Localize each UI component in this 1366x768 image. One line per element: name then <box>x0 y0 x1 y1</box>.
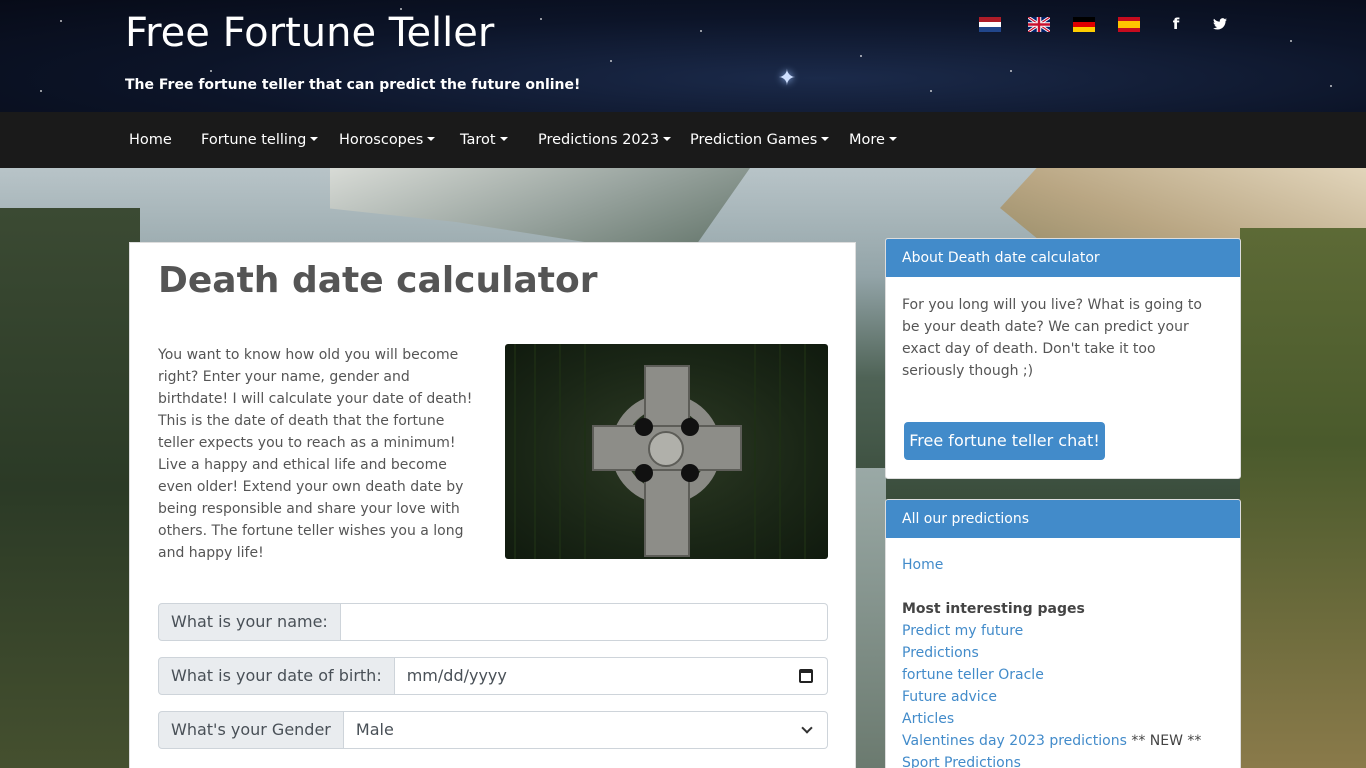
caret-down-icon <box>499 137 508 141</box>
predictions-heading: All our predictions <box>886 500 1240 538</box>
name-row: What is your name: <box>158 603 828 641</box>
link-fortune-teller-oracle[interactable]: fortune teller Oracle <box>902 667 1044 683</box>
link-predictions[interactable]: Predictions <box>902 645 979 661</box>
about-card: About Death date calculator For you long… <box>885 238 1241 479</box>
page-title: Death date calculator <box>158 260 598 301</box>
link-valentines-2023[interactable]: Valentines day 2023 predictions ** NEW *… <box>902 733 1201 749</box>
link-future-advice[interactable]: Future advice <box>902 689 997 705</box>
caret-down-icon <box>663 137 672 141</box>
nav-prediction-games[interactable]: Prediction Games <box>690 132 830 148</box>
about-text: For you long will you live? What is goin… <box>902 297 1202 379</box>
facebook-icon[interactable]: f <box>1166 14 1186 34</box>
caret-down-icon <box>310 137 319 141</box>
nav-tarot[interactable]: Tarot <box>460 132 508 148</box>
site-tagline: The Free fortune teller that can predict… <box>125 77 581 93</box>
caret-down-icon <box>821 137 830 141</box>
dob-row: What is your date of birth: mm/dd/yyyy <box>158 657 828 695</box>
new-badge: ** NEW ** <box>1126 733 1202 749</box>
predictions-card: All our predictions Home Most interestin… <box>885 499 1241 768</box>
dob-label: What is your date of birth: <box>158 657 395 695</box>
nav-horoscopes[interactable]: Horoscopes <box>339 132 436 148</box>
gender-row: What's your Gender Male <box>158 711 828 749</box>
uk-flag-icon[interactable] <box>1028 17 1050 32</box>
chevron-down-icon <box>801 722 813 734</box>
link-articles[interactable]: Articles <box>902 711 954 727</box>
nav-home[interactable]: Home <box>129 132 172 148</box>
caret-down-icon <box>427 137 436 141</box>
intro-text: You want to know how old you will become… <box>158 347 473 561</box>
chat-button[interactable]: Free fortune teller chat! <box>904 422 1105 460</box>
name-label: What is your name: <box>158 603 341 641</box>
dutch-flag-icon[interactable] <box>979 17 1001 32</box>
gender-label: What's your Gender <box>158 711 344 749</box>
nav-predictions-2023[interactable]: Predictions 2023 <box>538 132 672 148</box>
site-title[interactable]: Free Fortune Teller <box>125 10 494 56</box>
dob-input[interactable]: mm/dd/yyyy <box>394 657 828 695</box>
calendar-icon[interactable] <box>799 669 813 683</box>
section-heading: Most interesting pages <box>902 601 1085 617</box>
celtic-cross-image <box>505 344 828 559</box>
name-input[interactable] <box>340 603 828 641</box>
caret-down-icon <box>888 137 897 141</box>
spanish-flag-icon[interactable] <box>1118 17 1140 32</box>
link-sport-predictions[interactable]: Sport Predictions <box>902 755 1021 768</box>
nav-more[interactable]: More <box>849 132 897 148</box>
star-icon: ✦ <box>777 66 797 91</box>
nav-fortune-telling[interactable]: Fortune telling <box>201 132 319 148</box>
link-predict-my-future[interactable]: Predict my future <box>902 623 1023 639</box>
main-navbar: Home Fortune telling Horoscopes Tarot Pr… <box>0 112 1366 168</box>
about-heading: About Death date calculator <box>886 239 1240 277</box>
site-header: ✦ Free Fortune Teller The Free fortune t… <box>0 0 1366 112</box>
twitter-icon[interactable] <box>1210 14 1230 34</box>
german-flag-icon[interactable] <box>1073 17 1095 32</box>
gender-select[interactable]: Male <box>343 711 828 749</box>
link-home[interactable]: Home <box>902 557 943 573</box>
